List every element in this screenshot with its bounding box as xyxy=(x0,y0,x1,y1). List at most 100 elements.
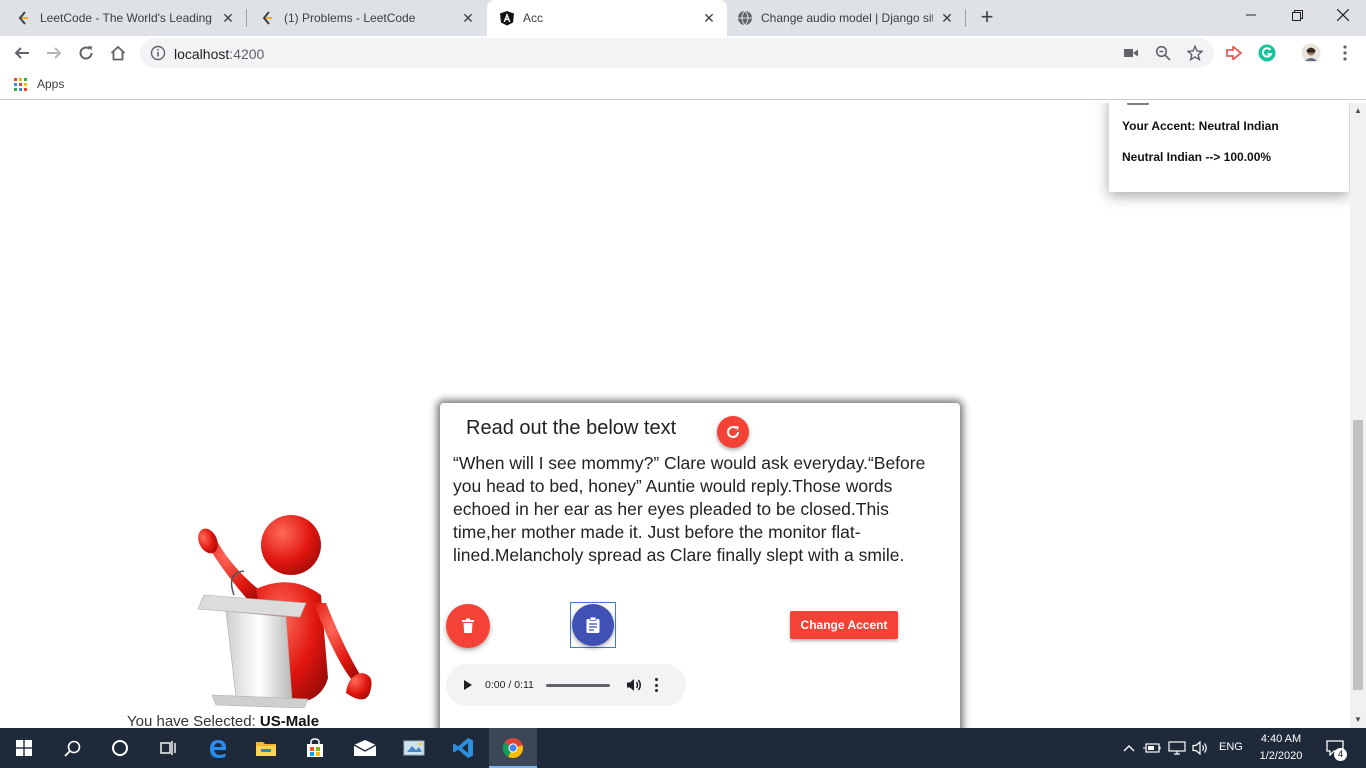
apps-label: Apps xyxy=(37,77,65,91)
close-tab-icon[interactable]: ✕ xyxy=(701,10,717,26)
accent-score-text: Neutral Indian --> 100.00% xyxy=(1122,150,1272,164)
cortana-button[interactable] xyxy=(96,728,144,768)
clipboard-icon xyxy=(586,617,600,633)
taskbar-search-button[interactable] xyxy=(48,728,96,768)
notification-count-badge: 4 xyxy=(1334,748,1347,761)
taskbar-clock[interactable]: 4:40 AM 1/2/2020 xyxy=(1252,731,1310,765)
new-tab-button[interactable]: + xyxy=(976,6,998,28)
restore-window-button[interactable] xyxy=(1274,0,1320,30)
passage-text: “When will I see mommy?” Clare would ask… xyxy=(453,453,926,565)
scrollbar-thumb[interactable] xyxy=(1353,420,1363,690)
close-window-button[interactable] xyxy=(1320,0,1366,30)
tab-leetcode-problems[interactable]: (1) Problems - LeetCode ✕ xyxy=(244,0,486,36)
accent-result-card: Your Accent: Neutral Indian Neutral Indi… xyxy=(1109,103,1349,192)
page-scrollbar[interactable]: ▲ ▼ xyxy=(1350,103,1366,728)
read-card-title: Read out the below text xyxy=(466,417,677,439)
taskbar-vscode[interactable] xyxy=(439,728,487,768)
submit-recording-button[interactable] xyxy=(572,604,614,646)
home-button[interactable] xyxy=(106,41,130,65)
taskbar-screen-tool[interactable] xyxy=(390,728,438,768)
browser-toolbar: localhost:4200 xyxy=(0,36,1366,70)
leetcode-icon xyxy=(18,11,28,25)
volume-icon[interactable] xyxy=(626,677,642,693)
leetcode-icon xyxy=(262,11,272,25)
chrome-menu-button[interactable] xyxy=(1333,41,1357,65)
change-accent-button[interactable]: Change Accent xyxy=(790,611,898,639)
profile-avatar[interactable] xyxy=(1299,41,1323,65)
selected-prefix: You have Selected: xyxy=(127,713,260,728)
apps-bookmark[interactable]: Apps xyxy=(14,77,64,91)
taskbar-store[interactable] xyxy=(291,728,339,768)
selected-voice-value: US-Male xyxy=(259,713,320,728)
clock-time: 4:40 AM xyxy=(1260,733,1302,745)
reload-button[interactable] xyxy=(74,41,98,65)
extension-arrow-icon[interactable] xyxy=(1222,41,1246,65)
info-icon[interactable] xyxy=(150,45,166,61)
back-button[interactable] xyxy=(10,41,34,65)
show-hidden-icons-button[interactable] xyxy=(1120,728,1138,768)
close-tab-icon[interactable]: ✕ xyxy=(939,10,955,26)
folder-icon xyxy=(256,742,276,756)
volume-tray-icon[interactable] xyxy=(1190,728,1212,768)
network-tray-icon[interactable] xyxy=(1166,728,1188,768)
scroll-up-arrow-icon[interactable]: ▲ xyxy=(1350,103,1366,119)
action-center-button[interactable] xyxy=(1322,728,1348,768)
search-icon xyxy=(63,740,80,757)
edge-icon xyxy=(210,740,226,758)
audio-more-options-icon[interactable] xyxy=(652,678,662,692)
audio-time: 0:00 / 0:11 xyxy=(485,679,534,691)
cortana-circle-icon xyxy=(112,740,128,756)
play-icon[interactable] xyxy=(463,680,473,690)
tab-title: (1) Problems - LeetCode xyxy=(284,11,416,25)
close-tab-icon[interactable]: ✕ xyxy=(220,10,236,26)
battery-tray-icon[interactable] xyxy=(1142,728,1162,768)
taskbar-mail[interactable] xyxy=(341,728,389,768)
taskbar-edge[interactable] xyxy=(194,728,242,768)
close-tab-icon[interactable]: ✕ xyxy=(460,10,476,26)
document-icon xyxy=(1127,103,1149,105)
kebab-menu-icon xyxy=(1343,45,1347,61)
mail-icon xyxy=(353,740,377,756)
home-icon xyxy=(110,45,126,61)
arrow-left-icon xyxy=(14,47,29,59)
delete-recording-button[interactable] xyxy=(446,604,490,648)
grammarly-icon[interactable] xyxy=(1255,41,1279,65)
star-bookmark-icon[interactable] xyxy=(1186,44,1204,62)
start-button[interactable] xyxy=(0,728,48,768)
apps-grid-icon xyxy=(14,77,27,91)
url-text: localhost:4200 xyxy=(174,46,264,62)
taskbar-chrome[interactable] xyxy=(489,728,537,768)
arrow-right-icon xyxy=(47,47,62,59)
trash-icon xyxy=(462,618,474,633)
task-view-button[interactable] xyxy=(144,728,192,768)
tab-acc[interactable]: Acc ✕ xyxy=(487,0,727,36)
chrome-icon xyxy=(502,738,523,759)
tab-leetcode-home[interactable]: LeetCode - The World's Leading ✕ xyxy=(0,0,246,36)
url-host: localhost xyxy=(174,46,230,62)
tab-separator xyxy=(965,9,966,27)
taskbar-file-explorer[interactable] xyxy=(242,728,290,768)
zoom-icon[interactable] xyxy=(1154,44,1172,62)
windows-logo-icon xyxy=(16,740,32,756)
bookmarks-bar: Apps xyxy=(0,70,1366,100)
your-accent-text: Your Accent: Neutral Indian xyxy=(1122,119,1279,133)
angular-icon xyxy=(500,11,514,26)
tab-title: Acc xyxy=(523,11,544,25)
input-language-indicator[interactable]: ENG xyxy=(1219,741,1243,753)
forward-button[interactable] xyxy=(42,41,66,65)
camera-icon[interactable] xyxy=(1122,44,1140,62)
address-bar[interactable]: localhost:4200 xyxy=(140,38,1214,68)
clock-date: 1/2/2020 xyxy=(1259,750,1303,762)
read-text-card: Read out the below text “When will I see… xyxy=(440,403,960,728)
close-icon xyxy=(1337,9,1349,21)
refresh-text-button[interactable] xyxy=(717,416,749,448)
screenshot-tool-icon xyxy=(403,740,425,756)
globe-icon xyxy=(738,10,752,26)
scroll-down-arrow-icon[interactable]: ▼ xyxy=(1350,712,1366,728)
minimize-window-button[interactable] xyxy=(1228,0,1274,30)
tab-django-admin[interactable]: Change audio model | Django sit ✕ xyxy=(727,0,965,36)
store-bag-icon xyxy=(307,738,323,757)
tab-title: Change audio model | Django sit xyxy=(761,11,933,25)
audio-seek-slider[interactable] xyxy=(545,683,610,687)
clipboard-button-focus-ring xyxy=(570,602,616,648)
